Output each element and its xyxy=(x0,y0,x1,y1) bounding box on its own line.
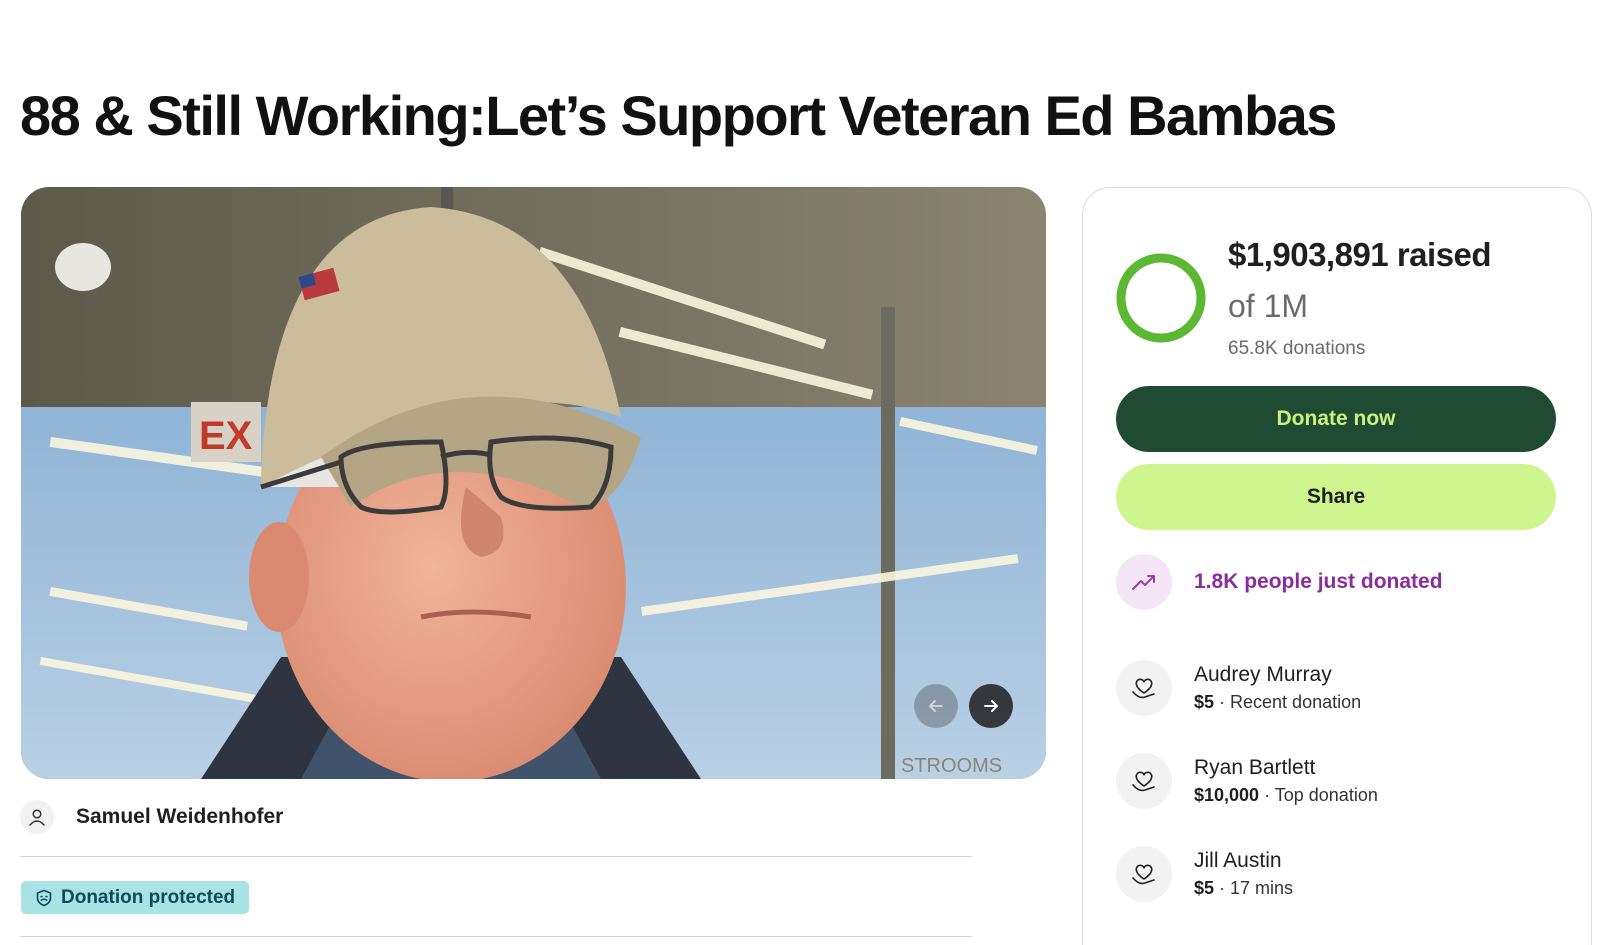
divider xyxy=(20,936,972,937)
share-button[interactable]: Share xyxy=(1116,464,1556,530)
donor-list-item[interactable]: Jill Austin $5 · 17 mins xyxy=(1116,846,1293,902)
goal-amount: of 1M xyxy=(1228,288,1309,324)
donor-list-item[interactable]: Audrey Murray $5 · Recent donation xyxy=(1116,660,1361,716)
organizer-avatar xyxy=(20,800,54,834)
page-title: 88 & Still Working:Let’s Support Veteran… xyxy=(20,84,1337,147)
donor-meta: $10,000 · Top donation xyxy=(1194,782,1378,808)
arrow-left-icon xyxy=(929,700,943,712)
heart-hand-icon xyxy=(1116,846,1172,902)
heart-hand-icon xyxy=(1116,660,1172,716)
carousel-next-button[interactable] xyxy=(969,684,1013,728)
donate-now-button[interactable]: Donate now xyxy=(1116,386,1556,452)
donation-count: 65.8K donations xyxy=(1228,338,1366,359)
heart-hand-icon xyxy=(1116,753,1172,809)
donor-meta: $5 · Recent donation xyxy=(1194,689,1361,715)
donor-name: Audrey Murray xyxy=(1194,663,1332,686)
badge-label: Donation protected xyxy=(61,886,236,908)
donor-meta: $5 · 17 mins xyxy=(1194,875,1293,901)
campaign-photo-illustration: EX STROOMS xyxy=(21,187,1046,779)
donor-note: · 17 mins xyxy=(1214,878,1294,898)
shield-icon xyxy=(35,889,53,907)
recent-donors-highlight[interactable]: 1.8K people just donated xyxy=(1116,554,1443,610)
campaign-page: 88 & Still Working:Let’s Support Veteran… xyxy=(0,0,1600,945)
carousel-prev-button[interactable] xyxy=(914,684,958,728)
donor-amount: $5 xyxy=(1194,692,1215,712)
divider xyxy=(20,856,972,857)
trend-label: 1.8K people just donated xyxy=(1194,570,1443,593)
arrow-right-icon xyxy=(984,700,998,712)
amount-raised: $1,903,891 raised xyxy=(1228,236,1492,273)
svg-text:STROOMS: STROOMS xyxy=(901,755,1002,777)
donor-list-item[interactable]: Ryan Bartlett $10,000 · Top donation xyxy=(1116,753,1378,809)
organizer-name[interactable]: Samuel Weidenhofer xyxy=(76,805,283,829)
donor-name: Jill Austin xyxy=(1194,849,1282,872)
svg-text:EX: EX xyxy=(199,414,253,458)
organizer-row[interactable]: Samuel Weidenhofer xyxy=(20,800,283,834)
progress-ring-fill xyxy=(1116,253,1206,343)
campaign-photo[interactable]: EX STROOMS xyxy=(21,187,1046,779)
donor-note: · Top donation xyxy=(1259,785,1378,805)
person-icon xyxy=(29,809,45,826)
donor-amount: $5 xyxy=(1194,878,1215,898)
donor-name: Ryan Bartlett xyxy=(1194,756,1316,779)
donation-card: $1,903,891 raised of 1M 65.8K donations … xyxy=(1082,187,1592,945)
donor-note: · Recent donation xyxy=(1214,692,1362,712)
trending-up-icon xyxy=(1116,554,1172,610)
donor-amount: $10,000 xyxy=(1194,785,1260,805)
donation-protected-badge[interactable]: Donation protected xyxy=(21,881,250,914)
progress-ring xyxy=(1116,253,1206,343)
